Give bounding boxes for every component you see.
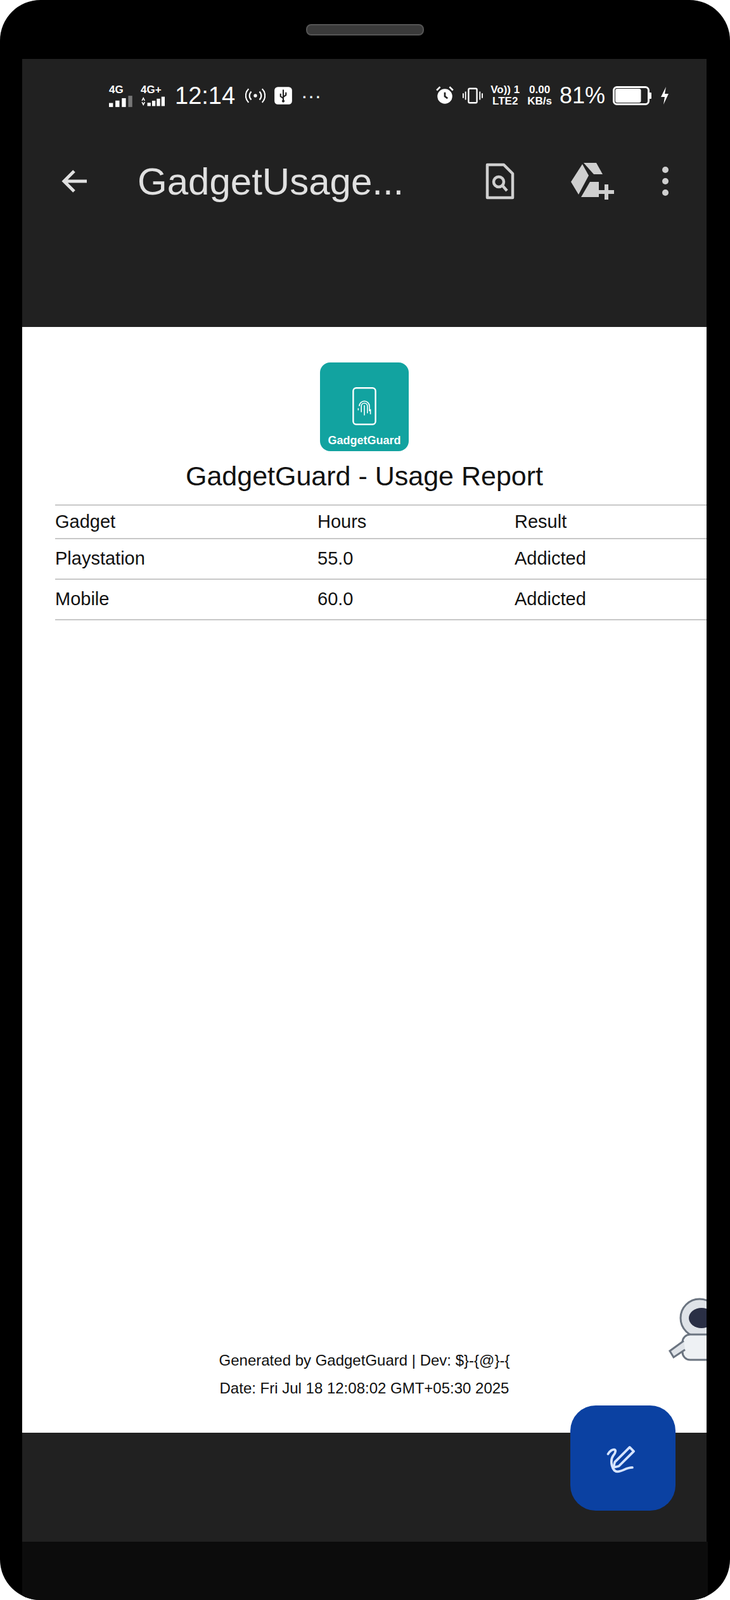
volte-bottom: LTE2	[492, 95, 518, 108]
document-title: GadgetUsage...	[137, 159, 471, 204]
network-speed: 0.00 KB/s	[527, 84, 552, 108]
report-title: GadgetGuard - Usage Report	[185, 458, 544, 495]
footer-credit: Generated by GadgetGuard | Dev: $}-{@}-{	[219, 1351, 511, 1370]
table-header: GadgetHoursResult	[55, 505, 707, 540]
clock: 12:14	[174, 82, 236, 110]
usage-table: GadgetHoursResult Playstation55.0Addicte…	[55, 504, 707, 621]
network-indicator: 4G+	[140, 84, 165, 108]
status-left: 4G 4G+ 12:14 ···	[108, 82, 322, 110]
table-cell: Addicted	[514, 548, 707, 570]
app-logo: GadgetGuard	[320, 362, 409, 452]
fingerprint-phone-icon	[349, 382, 380, 431]
astronaut-sticker-icon	[664, 1296, 707, 1367]
vibrate-icon	[462, 85, 483, 106]
bottom-bezel	[22, 1541, 708, 1600]
report-footer: Generated by GadgetGuard | Dev: $}-{@}-{…	[219, 1351, 511, 1433]
more-notifications: ···	[300, 84, 322, 108]
drive-add-icon[interactable]	[569, 161, 616, 201]
search-document-icon[interactable]	[483, 162, 517, 201]
column-header: Hours	[317, 511, 515, 533]
speed-value: 0.00	[529, 84, 551, 96]
network-label: 4G	[108, 84, 124, 97]
table-cell: Mobile	[55, 588, 318, 610]
phone-frame: 4G 4G+ 12:14 ··· Vo)) 1 LTE2 0.00 KB/s 8…	[0, 0, 730, 1600]
usb-icon	[273, 85, 294, 106]
status-right: Vo)) 1 LTE2 0.00 KB/s 81%	[434, 82, 670, 109]
table-row: Playstation55.0Addicted	[55, 539, 707, 580]
volte-indicator: Vo)) 1 LTE2	[490, 84, 520, 108]
top-bezel	[22, 0, 708, 59]
logo-label: GadgetGuard	[327, 434, 401, 448]
speaker-grille	[306, 24, 424, 36]
signal-icon	[140, 95, 165, 108]
battery-percent: 81%	[559, 82, 606, 109]
battery-icon	[612, 86, 653, 106]
signal-icon	[108, 95, 134, 108]
table-cell: 55.0	[317, 548, 515, 570]
hotspot-icon	[245, 85, 266, 106]
pdf-page: GadgetGuard GadgetGuard - Usage Report G…	[22, 326, 707, 1433]
back-arrow-icon[interactable]	[58, 164, 92, 198]
screen: 4G 4G+ 12:14 ··· Vo)) 1 LTE2 0.00 KB/s 8…	[22, 58, 707, 1542]
footer-date: Date: Fri Jul 18 12:08:02 GMT+05:30 2025	[219, 1379, 510, 1398]
pen-squiggle-icon	[602, 1437, 644, 1479]
alarm-icon	[434, 85, 455, 106]
column-header: Gadget	[55, 511, 318, 533]
charging-icon	[659, 86, 670, 106]
more-options-icon[interactable]	[660, 164, 670, 198]
network-indicator: 4G	[108, 84, 134, 108]
viewer-background	[22, 230, 707, 327]
table-cell: Playstation	[55, 548, 318, 570]
app-bar: GadgetUsage...	[22, 132, 707, 231]
annotate-button[interactable]	[570, 1405, 676, 1511]
speed-unit: KB/s	[527, 95, 552, 108]
table-row: Mobile60.0Addicted	[55, 579, 707, 621]
table-cell: 60.0	[317, 588, 515, 610]
status-bar: 4G 4G+ 12:14 ··· Vo)) 1 LTE2 0.00 KB/s 8…	[22, 58, 707, 133]
table-cell: Addicted	[514, 588, 707, 610]
volte-top: Vo)) 1	[490, 84, 520, 96]
column-header: Result	[514, 511, 707, 533]
network-label: 4G+	[140, 84, 162, 97]
